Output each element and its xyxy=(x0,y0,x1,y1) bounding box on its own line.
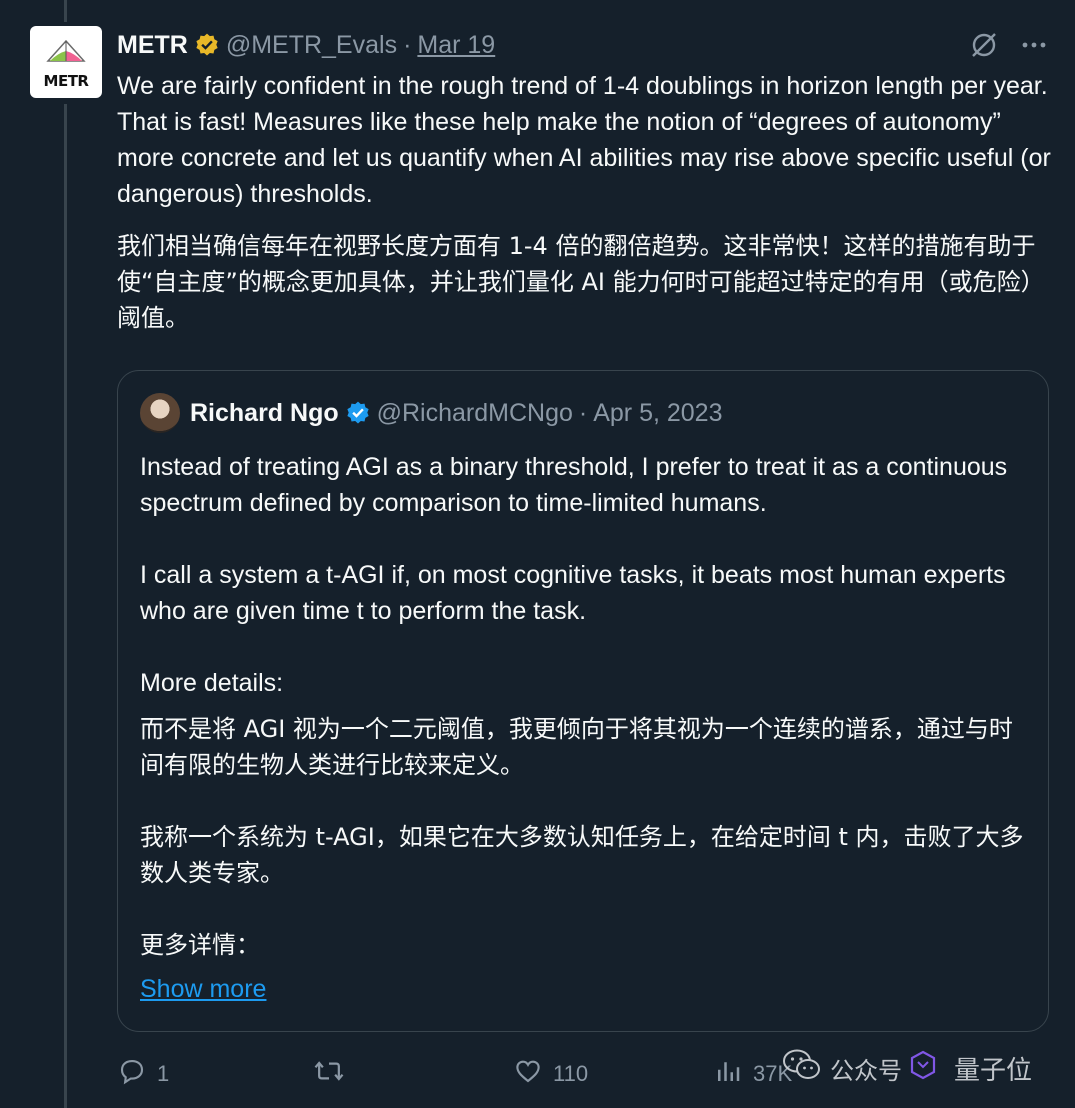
quote-zh-paragraph-3: 更多详情： xyxy=(140,931,260,959)
watermark-brand: 量子位 xyxy=(954,1055,1033,1086)
quote-separator-dot: · xyxy=(578,398,588,427)
metr-logo-icon xyxy=(44,35,88,70)
thread-line-top xyxy=(64,0,67,22)
tweet-date[interactable]: Mar 19 xyxy=(417,31,495,60)
separator-dot: · xyxy=(403,30,412,59)
metr-logo-text: METR xyxy=(43,71,89,90)
metr-avatar[interactable]: METR xyxy=(30,26,102,98)
display-name[interactable]: METR xyxy=(117,31,188,60)
like-icon xyxy=(513,1056,543,1092)
quote-zh-paragraph-2: 我称一个系统为 t-AGI，如果它在大多数认知任务上，在给定时间 t 内，击败了… xyxy=(140,823,1024,887)
retweet-button[interactable] xyxy=(313,1056,355,1092)
verified-blue-icon[interactable] xyxy=(345,400,371,426)
handle[interactable]: @METR_Evals xyxy=(226,31,397,60)
quote-paragraph-1: Instead of treating AGI as a binary thre… xyxy=(140,453,1008,517)
quote-handle[interactable]: @RichardMCNgo xyxy=(377,399,573,428)
quote-zh-paragraph-1: 而不是将 AGI 视为一个二元阈值，我更倾向于将其视为一个连续的谱系，通过与时间… xyxy=(140,715,1013,779)
like-button[interactable]: 110 xyxy=(513,1056,588,1092)
quoted-tweet[interactable]: Richard Ngo @RichardMCNgo · Apr 5, 2023 … xyxy=(117,370,1049,1032)
more-icon[interactable] xyxy=(1019,30,1049,65)
tweet-text-zh: 我们相当确信每年在视野长度方面有 1-4 倍的翻倍趋势。这非常快！这样的措施有助… xyxy=(117,232,1045,332)
show-more-link[interactable]: Show more xyxy=(140,975,266,1004)
watermark-text: 公众号 xyxy=(830,1056,902,1085)
quote-body: Instead of treating AGI as a binary thre… xyxy=(140,449,1030,963)
tweet-text-en: We are fairly confident in the rough tre… xyxy=(117,72,1051,208)
thread-line xyxy=(64,104,67,1108)
views-icon xyxy=(713,1056,743,1092)
quote-paragraph-3: More details: xyxy=(140,669,284,697)
wechat-icon xyxy=(782,1048,822,1088)
tweet-header: METR @METR_Evals · Mar 19 xyxy=(117,28,495,62)
quote-display-name[interactable]: Richard Ngo xyxy=(190,399,339,428)
quote-date[interactable]: Apr 5, 2023 xyxy=(593,399,722,428)
reply-count: 1 xyxy=(157,1061,170,1086)
verified-gold-icon[interactable] xyxy=(194,32,220,58)
watermark: 公众号 量子位 xyxy=(782,1048,1032,1088)
retweet-icon xyxy=(313,1056,345,1092)
quote-header: Richard Ngo @RichardMCNgo · Apr 5, 2023 xyxy=(140,393,722,433)
watermark-logo-icon xyxy=(910,1050,936,1086)
quote-paragraph-2: I call a system a t-AGI if, on most cogn… xyxy=(140,561,1006,625)
quote-avatar[interactable] xyxy=(140,393,180,433)
reply-icon xyxy=(117,1056,147,1092)
header-actions xyxy=(969,30,1049,65)
views-button[interactable]: 37K xyxy=(713,1056,792,1092)
reply-button[interactable]: 1 xyxy=(117,1056,169,1092)
like-count: 110 xyxy=(553,1061,589,1086)
grok-icon[interactable] xyxy=(969,30,999,65)
